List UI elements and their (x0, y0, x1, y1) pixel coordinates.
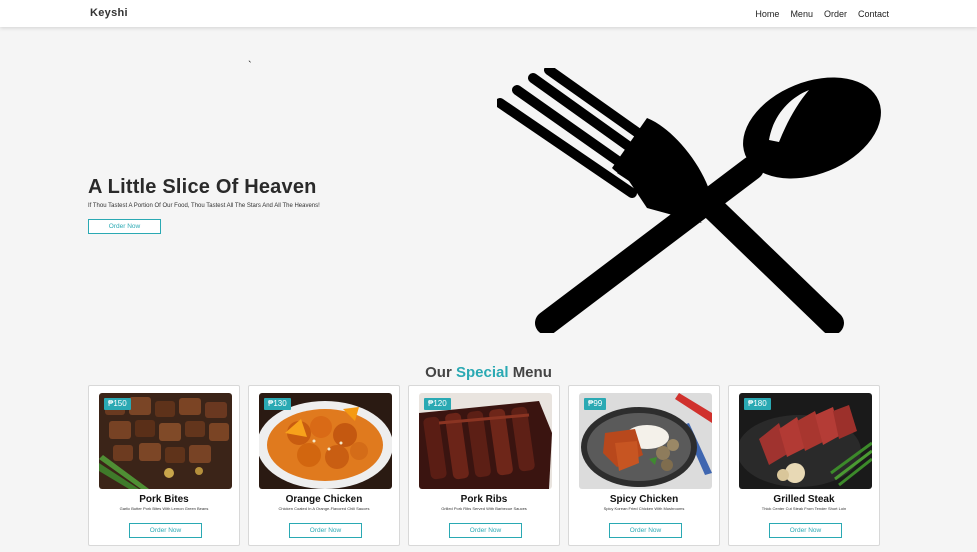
card-description: Chicken Coated In A Orange-Flavored Chil… (278, 506, 370, 511)
menu-cards: ₱150 Pork Bites Garlic Butter Pork Bites… (88, 385, 880, 546)
card-title: Spicy Chicken (609, 494, 679, 505)
price-badge: ₱99 (584, 398, 607, 410)
section-title-part-1: Our (425, 364, 452, 381)
card-title: Grilled Steak (773, 494, 835, 505)
order-now-button[interactable]: Order Now (769, 523, 842, 538)
order-now-button[interactable]: Order Now (449, 523, 522, 538)
card-description: Spicy Korean Fried Chicken With Mushroom… (603, 506, 685, 511)
card-description: Garlic Butter Pork Bites With Lemon Gree… (119, 506, 209, 511)
brand-logo[interactable]: Keyshi (90, 7, 128, 19)
menu-card-spicy-chicken: ₱99 Spicy Chicken Spicy Korean Fried Chi… (568, 385, 720, 546)
section-title-part-3: Menu (512, 364, 552, 381)
price-badge: ₱130 (264, 398, 291, 410)
menu-card-orange-chicken: ₱130 Orange Chicken Chicken Coated In A … (248, 385, 400, 546)
card-description: Thick Center Cut Steak From Tender Short… (761, 506, 847, 511)
fork-and-spoon-icon (495, 65, 887, 338)
menu-section-title: Our Special Menu (0, 364, 977, 381)
hero-order-button[interactable]: Order Now (88, 219, 161, 234)
menu-card-grilled-steak: ₱180 Grilled Steak Thick Center Cut Stea… (728, 385, 880, 546)
price-badge: ₱180 (744, 398, 771, 410)
card-title: Pork Ribs (460, 494, 508, 505)
section-title-accent: Special (455, 364, 509, 381)
card-description: Grilled Pork Ribs Served With Barbecue S… (441, 506, 527, 511)
nav-link-home[interactable]: Home (755, 9, 779, 19)
order-now-button[interactable]: Order Now (289, 523, 362, 538)
nav-link-contact[interactable]: Contact (858, 9, 889, 19)
stray-mark: ` (248, 60, 252, 72)
nav-link-menu[interactable]: Menu (790, 9, 813, 19)
card-title: Orange Chicken (285, 494, 363, 505)
order-now-button[interactable]: Order Now (129, 523, 202, 538)
card-title: Pork Bites (139, 494, 189, 505)
menu-card-pork-bites: ₱150 Pork Bites Garlic Butter Pork Bites… (88, 385, 240, 546)
order-now-button[interactable]: Order Now (609, 523, 682, 538)
price-badge: ₱120 (424, 398, 451, 410)
menu-card-pork-ribs: ₱120 Pork Ribs Grilled Pork Ribs Served … (408, 385, 560, 546)
hero-subtitle: If Thou Tastest A Portion Of Our Food, T… (88, 203, 320, 209)
nav-links: Home Menu Order Contact (755, 9, 889, 19)
navbar: Keyshi Home Menu Order Contact (0, 0, 977, 27)
nav-link-order[interactable]: Order (824, 9, 847, 19)
hero-title: A Little Slice Of Heaven (88, 176, 317, 198)
price-badge: ₱150 (104, 398, 131, 410)
